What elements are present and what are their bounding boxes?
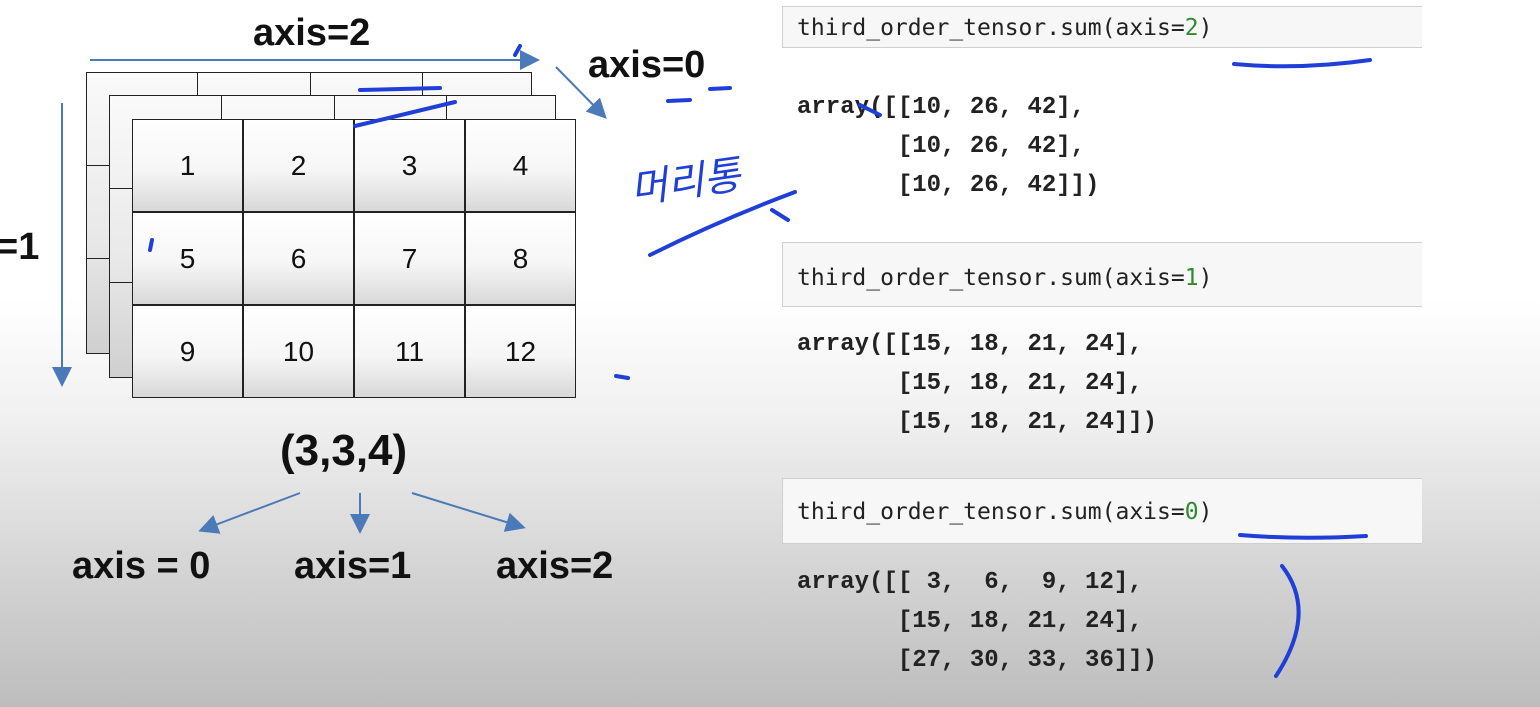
handwriting-note: 머리통 — [628, 152, 746, 213]
ink-stroke — [148, 238, 154, 252]
ink-underline-axis0 — [1238, 533, 1368, 540]
ink-stroke — [353, 100, 457, 128]
ink-stroke — [614, 374, 630, 380]
ink-stroke — [358, 86, 442, 92]
ink-stroke — [770, 208, 790, 222]
ink-underline-axis2 — [1232, 58, 1372, 69]
ink-stroke — [708, 86, 732, 91]
ink-bracket — [1274, 564, 1301, 678]
ink-stroke — [666, 98, 692, 103]
handwritten-annotations: 머리통 — [148, 44, 1372, 678]
ink-stroke — [513, 44, 522, 57]
ink-stroke — [858, 103, 882, 117]
